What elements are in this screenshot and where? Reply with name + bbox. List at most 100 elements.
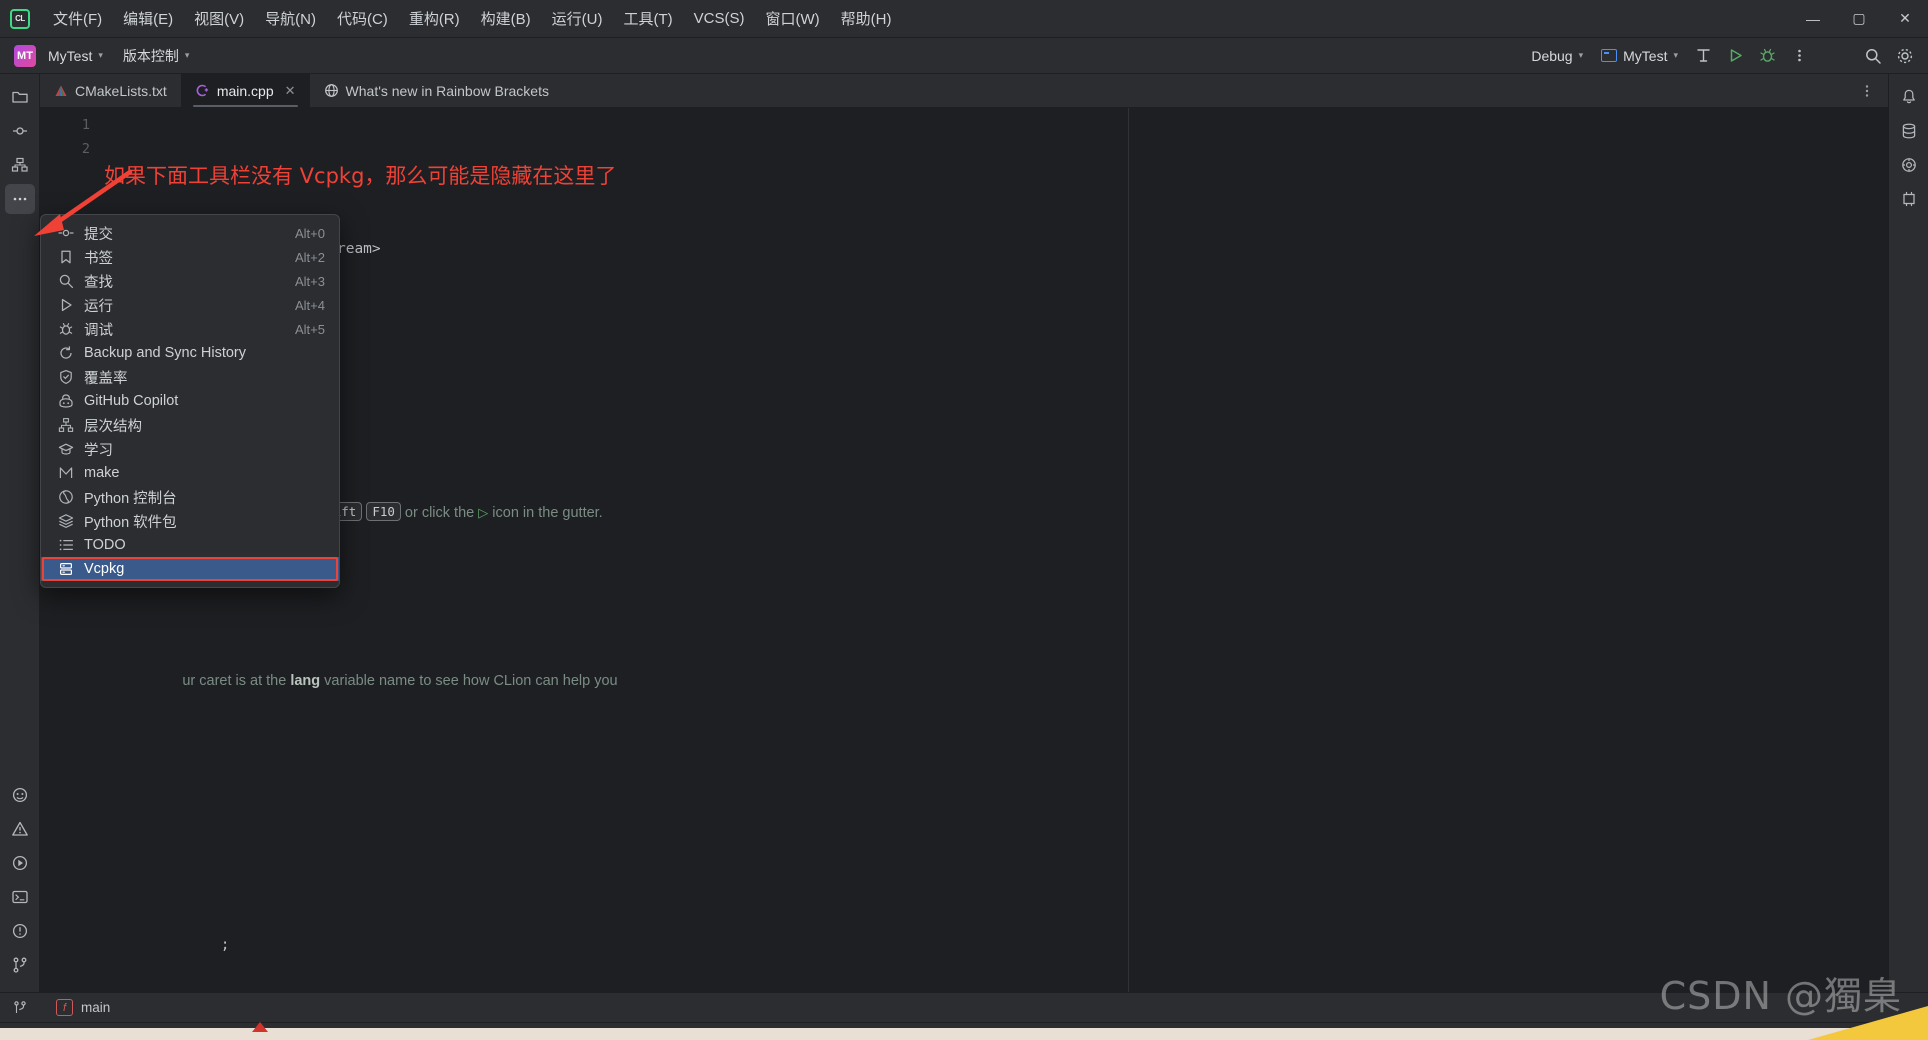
more-icon[interactable] [1784, 42, 1814, 70]
menu-item-label: 覆盖率 [84, 370, 128, 387]
version-control-icon[interactable] [5, 950, 35, 980]
menu-item-github-copilot[interactable]: GitHub Copilot [41, 389, 339, 413]
hint2-text: ur caret is at the [182, 673, 291, 689]
search-icon[interactable] [1858, 42, 1888, 70]
menu-item-hierarchy[interactable]: 层次结构 [41, 413, 339, 437]
menu-item-label: 调试 [84, 322, 113, 339]
menu-item-run[interactable]: 运行 Alt+4 [41, 293, 339, 317]
tab-cmakelists[interactable]: CMakeLists.txt [40, 74, 181, 107]
tab-more-icon[interactable] [1852, 77, 1882, 105]
minimize-button[interactable]: — [1790, 0, 1836, 38]
editor-tab-strip: CMakeLists.txt main.cpp ✕ What's new in … [40, 74, 1888, 108]
menu-bar: 文件(F) 编辑(E) 视图(V) 导航(N) 代码(C) 重构(R) 构建(B… [44, 4, 900, 33]
build-icon[interactable] [1688, 42, 1718, 70]
menu-item-learn[interactable]: 学习 [41, 437, 339, 461]
sync-icon [57, 345, 74, 362]
kbd-f10: F10 [366, 502, 401, 521]
clion-window: CL 文件(F) 编辑(E) 视图(V) 导航(N) 代码(C) 重构(R) 构… [0, 0, 1928, 1040]
menu-vcs[interactable]: VCS(S) [685, 6, 754, 31]
main-toolbar: MT MyTest ▾ 版本控制 ▾ Debug ▾ MyTest ▾ [0, 38, 1928, 74]
menu-file[interactable]: 文件(F) [44, 4, 111, 33]
tab-main-cpp[interactable]: main.cpp ✕ [180, 74, 310, 107]
tab-rainbow-brackets[interactable]: What's new in Rainbow Brackets [310, 74, 563, 107]
maximize-button[interactable]: ▢ [1836, 0, 1882, 38]
hint2-bold: lang [290, 673, 321, 689]
taskbar-marker-icon [252, 1022, 268, 1032]
menu-item-make[interactable]: make [41, 461, 339, 485]
tab-label: What's new in Rainbow Brackets [345, 82, 549, 99]
menu-build[interactable]: 构建(B) [472, 4, 540, 33]
menu-refactor[interactable]: 重构(R) [400, 4, 469, 33]
menu-help[interactable]: 帮助(H) [832, 4, 901, 33]
line-number: 1 [81, 117, 90, 133]
menu-item-debug[interactable]: 调试 Alt+5 [41, 317, 339, 341]
gear-icon[interactable] [1890, 42, 1920, 70]
close-button[interactable]: ✕ [1882, 0, 1928, 38]
warnings-icon[interactable] [5, 916, 35, 946]
copilot-icon [57, 393, 74, 410]
chevron-down-icon: ▾ [98, 50, 103, 60]
menu-view[interactable]: 视图(V) [185, 4, 253, 33]
run-tool-icon[interactable] [5, 848, 35, 878]
project-tool-icon[interactable] [5, 82, 35, 112]
menu-item-find[interactable]: 查找 Alt+3 [41, 269, 339, 293]
vcs-rail-icon[interactable] [0, 993, 40, 1023]
project-selector[interactable]: MyTest ▾ [40, 45, 111, 67]
database-icon [57, 561, 74, 578]
project-name-label: MyTest [48, 47, 93, 64]
close-icon[interactable]: ✕ [285, 83, 296, 99]
commit-tool-icon[interactable] [5, 116, 35, 146]
vcs-widget[interactable]: 版本控制 ▾ [115, 43, 198, 69]
chevron-down-icon: ▾ [1673, 50, 1678, 60]
menu-edit[interactable]: 编辑(E) [114, 4, 182, 33]
code-text: ; [220, 937, 230, 953]
plugins-icon[interactable] [1894, 184, 1924, 214]
menu-item-bookmarks[interactable]: 书签 Alt+2 [41, 245, 339, 269]
navigation-bar-secondary: f main [0, 992, 1928, 1022]
build-config-label: Debug [1531, 47, 1573, 64]
menu-item-todo[interactable]: TODO [41, 533, 339, 557]
code-line-1: #include <iostream> [110, 213, 1888, 257]
right-tool-rail [1888, 74, 1928, 992]
menu-item-label: 运行 [84, 298, 113, 315]
tab-label: main.cpp [216, 82, 274, 99]
menu-item-vcpkg[interactable]: Vcpkg [41, 557, 339, 581]
menu-window[interactable]: 窗口(W) [756, 4, 828, 33]
menu-code[interactable]: 代码(C) [328, 4, 397, 33]
menu-item-label: TODO [84, 537, 126, 553]
cmake-icon [54, 84, 68, 98]
hint-suffix: or click the [400, 505, 479, 521]
problems-icon[interactable] [5, 814, 35, 844]
menu-tools[interactable]: 工具(T) [614, 4, 681, 33]
run-icon[interactable] [1720, 42, 1750, 70]
menu-item-python-console[interactable]: Python 控制台 [41, 485, 339, 509]
terminal-icon[interactable] [5, 882, 35, 912]
python-icon [57, 489, 74, 506]
vcs-label: 版本控制 [122, 47, 179, 64]
ai-assistant-icon[interactable] [5, 780, 35, 810]
menu-item-shortcut: Alt+5 [295, 321, 325, 337]
debug-icon [57, 321, 74, 338]
code-content[interactable]: #include <iostream> To Run code, press S… [100, 108, 1888, 992]
menu-navigate[interactable]: 导航(N) [256, 4, 325, 33]
menu-run[interactable]: 运行(U) [543, 4, 612, 33]
window-controls: — ▢ ✕ [1790, 0, 1928, 38]
menu-item-coverage[interactable]: 覆盖率 [41, 365, 339, 389]
run-config-selector[interactable]: MyTest ▾ [1593, 45, 1686, 67]
menu-item-label: Backup and Sync History [84, 345, 246, 361]
hierarchy-icon [57, 417, 74, 434]
debug-icon[interactable] [1752, 42, 1782, 70]
database-icon[interactable] [1894, 116, 1924, 146]
make-icon [57, 465, 74, 482]
menu-item-shortcut: Alt+0 [295, 225, 325, 241]
tool-windows-popup-menu[interactable]: 提交 Alt+0 书签 Alt+2 查找 Alt+3 运行 Alt+4 调试 A… [40, 214, 340, 588]
notifications-icon[interactable] [1894, 82, 1924, 112]
code-line-semicolon: ; [110, 909, 1888, 953]
cpp-icon [195, 83, 210, 98]
cmake-profile-icon[interactable] [1894, 150, 1924, 180]
build-config-selector[interactable]: Debug ▾ [1523, 45, 1591, 67]
menu-item-python-packages[interactable]: Python 软件包 [41, 509, 339, 533]
menu-item-backup-sync-history[interactable]: Backup and Sync History [41, 341, 339, 365]
